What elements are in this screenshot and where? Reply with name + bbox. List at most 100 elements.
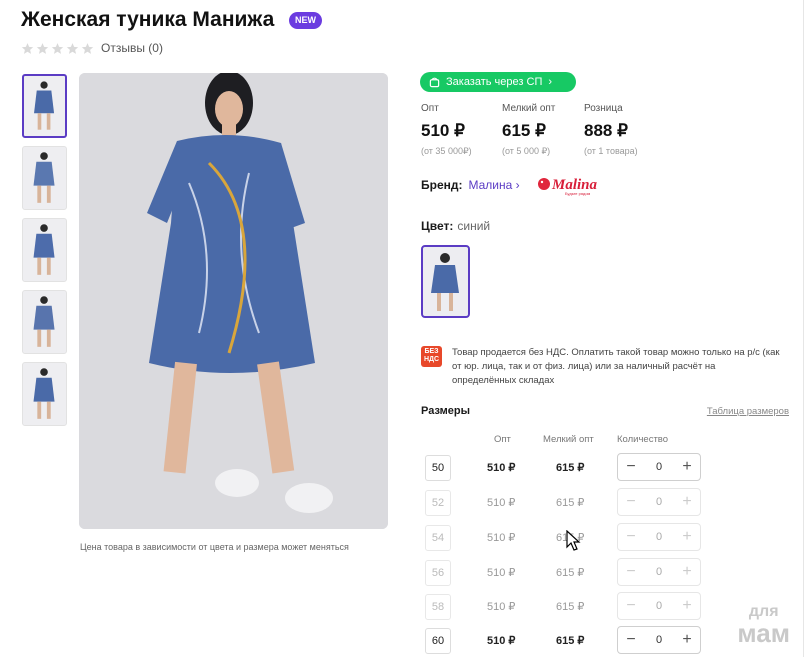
svg-text:Будьте рядом: Будьте рядом [565,191,591,196]
size-opt-price: 510 ₽ [487,532,516,544]
star-icon [36,42,49,55]
column-header-qty: Количество [617,434,669,445]
color-row: Цвет: синий [421,219,490,233]
no-vat-badge: БЕЗ НДС [421,346,442,367]
cart-icon [429,77,440,88]
thumbnail[interactable] [22,146,67,210]
quantity-stepper: − 0 + [617,523,701,551]
quantity-stepper: − 0 + [617,592,701,620]
new-badge: NEW [289,12,322,29]
minus-icon[interactable]: − [625,459,637,475]
price-value: 615 ₽ [502,121,546,140]
size-opt-price: 510 ₽ [487,635,516,647]
size-opt-price: 510 ₽ [487,462,516,474]
size-row: 56 510 ₽ 615 ₽ − 0 + [425,558,701,590]
price-retail: Розница 888 ₽ (от 1 товара) [584,103,638,156]
price-condition: (от 35 000₽) [421,146,472,156]
brand-link[interactable]: Малина › [469,178,520,192]
thumbnail[interactable] [22,362,67,426]
sizes-title: Размеры [421,405,471,417]
size-small-opt-price: 615 ₽ [556,601,585,613]
size-label: 54 [425,525,451,551]
size-opt-price: 510 ₽ [487,567,516,579]
minus-icon[interactable]: − [625,598,637,614]
quantity-stepper: − 0 + [617,453,701,481]
quantity-stepper: − 0 + [617,558,701,586]
size-row: 52 510 ₽ 615 ₽ − 0 + [425,488,701,520]
rating[interactable]: Отзывы (0) [21,41,163,55]
thumbnail-strip [22,74,67,434]
price-wholesale: Опт 510 ₽ (от 35 000₽) [421,103,472,157]
price-label: Розница [584,103,623,114]
thumbnail[interactable] [22,218,67,282]
size-opt-price: 510 ₽ [487,497,516,509]
column-header-small-opt: Мелкий опт [543,434,594,445]
size-row: 50 510 ₽ 615 ₽ − 0 + [425,453,701,485]
order-via-sp-label: Заказать через СП [446,76,543,88]
quantity-value[interactable]: 0 [656,531,662,543]
product-title: Женская туника Манижа [21,8,275,31]
star-icon [51,42,64,55]
size-row: 58 510 ₽ 615 ₽ − 0 + [425,592,701,624]
minus-icon[interactable]: − [625,564,637,580]
size-opt-price: 510 ₽ [487,601,516,613]
size-small-opt-price: 615 ₽ [556,567,585,579]
mouse-cursor-icon [566,530,581,551]
size-chart-link[interactable]: Таблица размеров [707,406,789,417]
quantity-value[interactable]: 0 [656,566,662,578]
price-label: Мелкий опт [502,103,556,114]
size-small-opt-price: 615 ₽ [556,462,585,474]
no-vat-badge-line: НДС [423,356,440,363]
price-condition: (от 5 000 ₽) [502,146,551,156]
brand-logo[interactable]: Malina Будьте рядом [535,173,611,197]
order-via-sp-button[interactable]: Заказать через СП › [420,72,576,92]
size-label: 52 [425,490,451,516]
chevron-right-icon: › [548,76,553,88]
brand-row: Бренд: Малина › Malina Будьте рядом [421,173,611,197]
brand-label: Бренд: [421,178,463,192]
star-icon [81,42,94,55]
price-condition: (от 1 товара) [584,146,638,156]
price-variation-note: Цена товара в зависимости от цвета и раз… [80,542,349,552]
column-header-opt: Опт [494,434,511,445]
size-row: 60 510 ₽ 615 ₽ − 0 + [425,626,701,657]
plus-icon[interactable]: + [681,598,693,614]
color-swatch-blue[interactable] [421,245,470,318]
size-small-opt-price: 615 ₽ [556,497,585,509]
size-row: 54 510 ₽ 615 ₽ − 0 + [425,523,701,555]
plus-icon[interactable]: + [681,529,693,545]
price-value: 510 ₽ [421,121,465,140]
size-label: 50 [425,455,451,481]
quantity-value[interactable]: 0 [656,600,662,612]
reviews-link[interactable]: Отзывы (0) [101,41,163,55]
plus-icon[interactable]: + [681,564,693,580]
plus-icon[interactable]: + [681,632,693,648]
size-label: 58 [425,594,451,620]
quantity-stepper: − 0 + [617,488,701,516]
minus-icon[interactable]: − [625,529,637,545]
star-icon [21,42,34,55]
color-value: синий [457,219,491,233]
plus-icon[interactable]: + [681,494,693,510]
vat-notice-text: Товар продается без НДС. Оплатить такой … [452,347,780,386]
size-small-opt-price: 615 ₽ [556,635,585,647]
quantity-stepper: − 0 + [617,626,701,654]
thumbnail[interactable] [22,290,67,354]
vat-notice: БЕЗ НДС Товар продается без НДС. Оплатит… [421,346,782,388]
price-value: 888 ₽ [584,121,628,140]
size-label: 56 [425,560,451,586]
watermark-line: мам [737,618,790,648]
no-vat-badge-line: БЕЗ [424,348,439,355]
quantity-value[interactable]: 0 [656,496,662,508]
quantity-value[interactable]: 0 [656,634,662,646]
minus-icon[interactable]: − [625,494,637,510]
thumbnail[interactable] [22,74,67,138]
size-label: 60 [425,628,451,654]
plus-icon[interactable]: + [681,459,693,475]
star-icon [66,42,79,55]
minus-icon[interactable]: − [625,632,637,648]
main-product-photo[interactable] [79,73,388,529]
quantity-value[interactable]: 0 [656,461,662,473]
watermark-logo: для мам [737,604,790,648]
price-small-wholesale: Мелкий опт 615 ₽ (от 5 000 ₽) [502,103,555,157]
